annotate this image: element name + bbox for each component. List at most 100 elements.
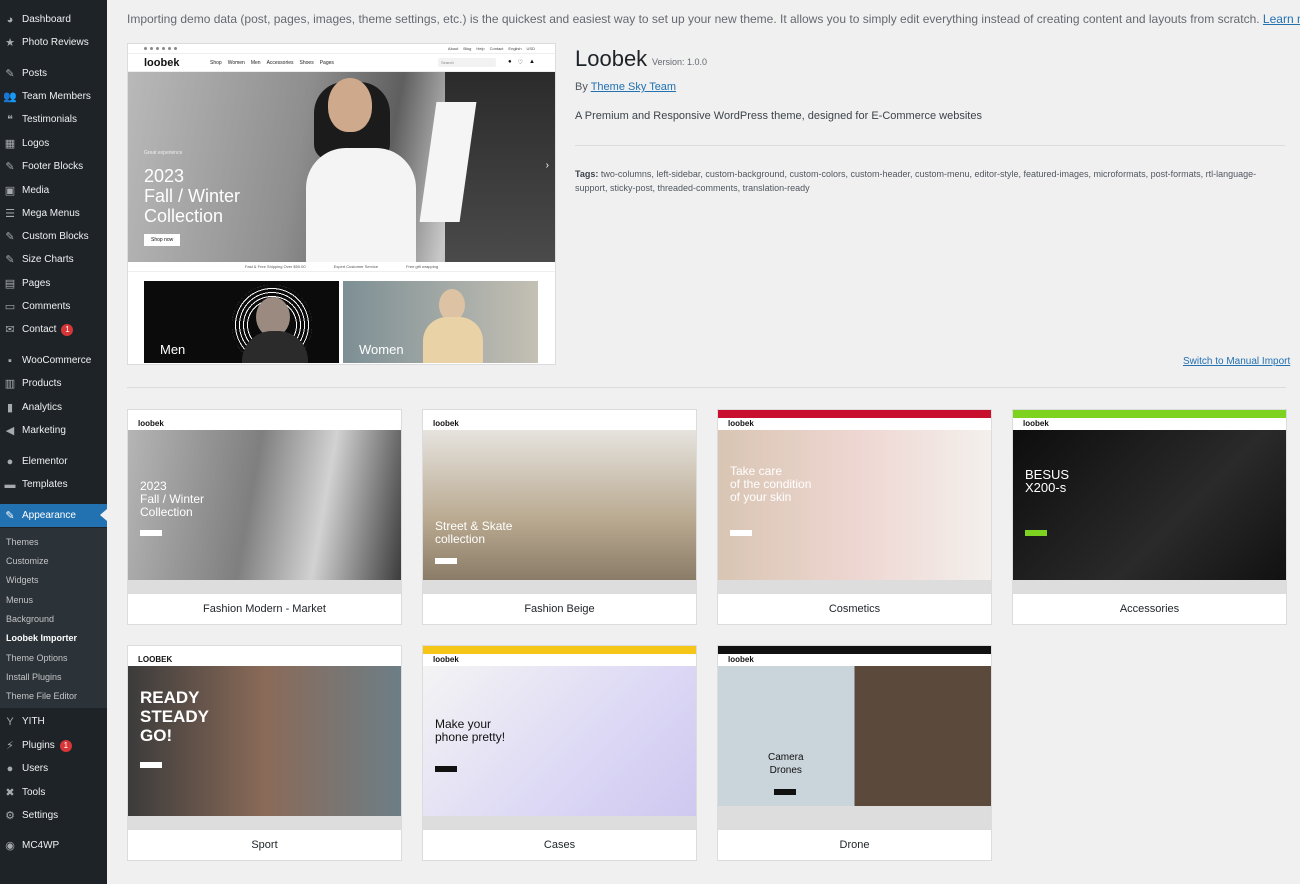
demo-card-drone[interactable]: loobek Camera Drones Drone <box>717 645 992 861</box>
sidebar-item-appearance[interactable]: ✎ Appearance <box>0 504 107 527</box>
demo-thumbnail[interactable]: loobek 2023 Fall / Winter Collection <box>128 410 401 593</box>
sidebar-item-label: Dashboard <box>22 14 71 25</box>
sidebar-item-comments[interactable]: ▭ Comments <box>0 295 107 318</box>
demo-card-cosmetics[interactable]: loobek Take care of the condition of your s… <box>717 409 992 625</box>
preview-topbar: About Blog Help Contact English USD <box>128 44 555 54</box>
sidebar-item-logos[interactable]: ▦ Logos <box>0 132 107 155</box>
folder-icon: ▬ <box>4 478 16 491</box>
thumb-hero-text: BESUS X200-s <box>1025 467 1070 495</box>
submenu-theme-options[interactable]: Theme Options <box>6 653 68 663</box>
preview-nav-item: Women <box>227 60 245 66</box>
sidebar-item-dashboard[interactable]: ◕ Dashboard <box>0 8 107 31</box>
sidebar-item-marketing[interactable]: ◀ Marketing <box>0 419 107 442</box>
demo-label[interactable]: Accessories <box>1013 593 1286 624</box>
demo-thumbnail[interactable]: loobek Make your phone pretty! <box>423 646 696 829</box>
sidebar-item-elementor[interactable]: ● Elementor <box>0 450 107 473</box>
sidebar-item-mc4wp[interactable]: ◉ MC4WP <box>0 834 107 857</box>
preview-logo: loobek <box>144 57 180 69</box>
quote-icon: ❝ <box>7 113 13 126</box>
demo-card-sport[interactable]: LOOBEK READY STEADY GO! Sport <box>127 645 402 861</box>
theme-author-link[interactable]: Theme Sky Team <box>591 81 676 93</box>
submenu-loobek-importer[interactable]: Loobek Importer <box>6 633 77 643</box>
thumb-header: loobek <box>423 654 696 666</box>
sidebar-item-label: WooCommerce <box>22 355 92 366</box>
sidebar-item-label: Appearance <box>22 510 76 521</box>
learn-more-link[interactable]: Learn more <box>1263 12 1300 26</box>
sidebar-item-team-members[interactable]: 👥 Team Members <box>0 85 107 108</box>
sidebar-item-footer-blocks[interactable]: ✎ Footer Blocks <box>0 155 107 178</box>
sidebar-item-contact[interactable]: ✉ Contact 1 <box>0 318 107 341</box>
sidebar-item-photo-reviews[interactable]: ★ Photo Reviews <box>0 31 107 54</box>
thumb-topbar <box>423 646 696 654</box>
thumb-hero <box>423 430 696 580</box>
sidebar-item-templates[interactable]: ▬ Templates <box>0 473 107 496</box>
demo-label[interactable]: Cases <box>423 829 696 860</box>
model-coat <box>306 148 416 262</box>
submenu-install-plugins[interactable]: Install Plugins <box>6 672 62 682</box>
thumb-hero-text: Make your phone pretty! <box>435 717 506 744</box>
preview-nav: Shop Women Men Accessories Shoes Pages <box>210 60 334 66</box>
thumb-logo: loobek <box>433 655 459 664</box>
sidebar-item-label: Analytics <box>22 402 63 413</box>
sidebar-item-posts[interactable]: ✎ Posts <box>0 62 107 85</box>
demo-thumbnail[interactable]: loobek Take care of the condition of your s… <box>718 410 991 593</box>
thumb-logo: loobek <box>433 419 459 428</box>
demo-thumbnail[interactable]: loobek Street & Skate collection <box>423 410 696 593</box>
users-icon: 👥 <box>3 90 17 103</box>
preview-nav-item: Shop <box>210 60 222 66</box>
hero-headline: 2023 Fall / Winter Collection <box>144 166 241 226</box>
demo-thumbnail[interactable]: loobek BESUS X200-s <box>1013 410 1286 593</box>
thumb-cta-button <box>140 762 162 768</box>
thumb-header: LOOBEK <box>128 654 401 666</box>
sidebar-item-testimonials[interactable]: ❝ Testimonials <box>0 108 107 131</box>
cart-icon: ▲ <box>529 59 535 65</box>
sidebar-item-custom-blocks[interactable]: ✎ Custom Blocks <box>0 225 107 248</box>
demo-thumbnail[interactable]: loobek Camera Drones <box>718 646 991 829</box>
demo-label[interactable]: Drone <box>718 829 991 860</box>
demo-card-accessories[interactable]: loobek BESUS X200-s Accessories <box>1012 409 1287 625</box>
sidebar-item-label: Tools <box>22 787 46 798</box>
sidebar-item-settings[interactable]: ⚙ Settings <box>0 804 107 827</box>
preview-nav-item: Shoes <box>299 60 314 66</box>
analytics-icon: ▮ <box>6 401 14 414</box>
sidebar-item-size-charts[interactable]: ✎ Size Charts <box>0 248 107 271</box>
preview-search: Search <box>438 58 496 67</box>
sidebar-item-products[interactable]: ▥ Products <box>0 372 107 395</box>
user-icon: ● <box>6 762 14 775</box>
pin-icon: ✎ <box>5 230 15 243</box>
submenu-menus[interactable]: Menus <box>6 595 33 605</box>
sidebar-item-media[interactable]: ▣ Media <box>0 179 107 202</box>
dashboard-icon: ◕ <box>6 13 14 26</box>
demo-card-fashion[interactable]: loobek 2023 Fall / Winter Collection Fashion… <box>127 409 402 625</box>
submenu-customize[interactable]: Customize <box>6 556 49 566</box>
category-men: Men <box>144 281 339 363</box>
sidebar-item-tools[interactable]: ✖ Tools <box>0 781 107 804</box>
pin-icon: ✎ <box>5 253 15 266</box>
theme-version: Version: 1.0.0 <box>652 57 708 67</box>
demo-label[interactable]: Fashion Beige <box>423 593 696 624</box>
submenu-background[interactable]: Background <box>6 614 54 624</box>
sidebar-item-label: Media <box>22 185 50 196</box>
demo-label[interactable]: Fashion Modern - Market <box>128 593 401 624</box>
sidebar-item-pages[interactable]: ▤ Pages <box>0 272 107 295</box>
sidebar-item-users[interactable]: ● Users <box>0 757 107 780</box>
sidebar-item-plugins[interactable]: ⚡ Plugins 1 <box>0 734 107 757</box>
demo-card-beige[interactable]: loobek Street & Skate collection Fashion Be… <box>422 409 697 625</box>
sidebar-item-analytics[interactable]: ▮ Analytics <box>0 396 107 419</box>
sidebar-item-mega-menus[interactable]: ☰ Mega Menus <box>0 202 107 225</box>
switch-manual-import-link[interactable]: Switch to Manual Import <box>1183 356 1290 367</box>
demo-label[interactable]: Sport <box>128 829 401 860</box>
sidebar-item-woocommerce[interactable]: ▪ WooCommerce <box>0 349 107 372</box>
sidebar-item-label: Comments <box>22 301 71 312</box>
sidebar-item-label: Mega Menus <box>22 208 80 219</box>
submenu-themes[interactable]: Themes <box>6 537 39 547</box>
demo-card-cases[interactable]: loobek Make your phone pretty! Cases <box>422 645 697 861</box>
thumb-hero-text: READY STEADY GO! <box>140 688 209 745</box>
submenu-theme-file-editor[interactable]: Theme File Editor <box>6 691 77 701</box>
preview-top-link: About <box>447 46 459 51</box>
submenu-widgets[interactable]: Widgets <box>6 575 39 585</box>
notification-badge: 1 <box>61 323 74 336</box>
demo-label[interactable]: Cosmetics <box>718 593 991 624</box>
sidebar-item-yith[interactable]: Y YITH <box>0 710 107 733</box>
demo-thumbnail[interactable]: LOOBEK READY STEADY GO! <box>128 646 401 829</box>
